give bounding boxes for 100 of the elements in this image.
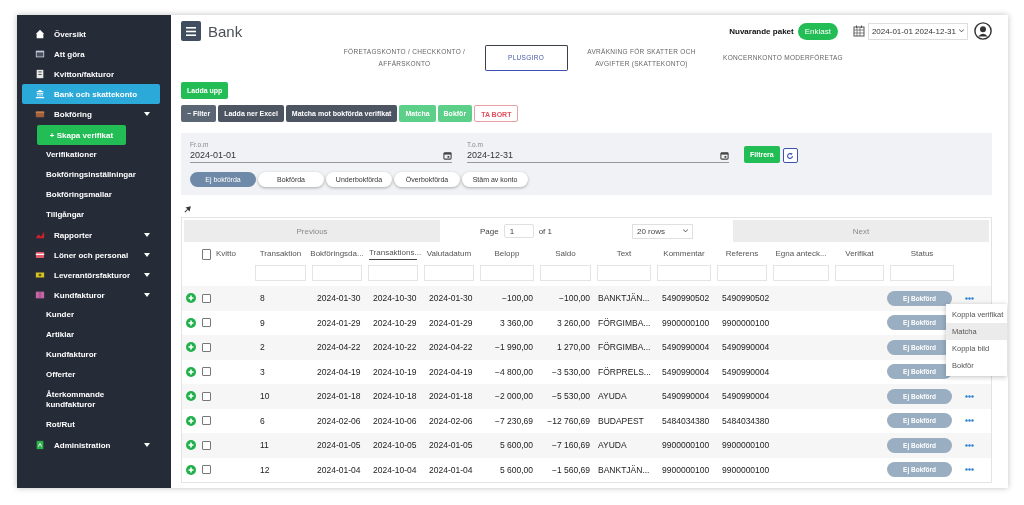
column-header[interactable]: Saldo <box>537 248 594 260</box>
column-header[interactable]: Valutadatum <box>421 248 477 260</box>
row-checkbox[interactable] <box>202 367 211 377</box>
select-all-checkbox[interactable] <box>202 248 211 260</box>
row-checkbox[interactable] <box>202 465 211 475</box>
table-cell-text: 2024-04-19 <box>316 366 362 377</box>
column-filter-input[interactable] <box>657 265 711 281</box>
column-header[interactable]: Verifikat <box>832 248 887 260</box>
sidebar-subitem[interactable]: Återkommande kundfakturor <box>17 385 156 415</box>
sidebar-subitem[interactable]: Bokföringsmallar <box>17 185 156 205</box>
add-icon[interactable] <box>186 464 196 475</box>
menu-item-icon <box>35 270 45 280</box>
row-checkbox[interactable] <box>202 391 211 401</box>
column-header[interactable]: Belopp <box>477 248 537 260</box>
table-cell-text: −7 230,69 <box>493 415 534 426</box>
table-cell-text: 5490990004 <box>661 342 711 353</box>
table-cell-text: −100,00 <box>501 293 534 304</box>
column-filter-input[interactable] <box>424 265 474 281</box>
sidebar-item[interactable]: Bokföring <box>22 104 160 124</box>
table-cell-text: 3 <box>259 366 266 377</box>
sidebar-item[interactable]: Att göra <box>22 44 160 64</box>
sidebar-item[interactable]: Administration <box>22 435 160 455</box>
more-icon[interactable] <box>965 443 974 447</box>
calendar-icon[interactable] <box>720 150 729 160</box>
table-cell-text: −3 530,00 <box>550 366 591 377</box>
sidebar-subitem[interactable]: Offerter <box>17 365 156 385</box>
column-header[interactable]: Transaktion <box>252 248 309 260</box>
table-cell-text: AYUDA <box>597 440 628 451</box>
table-cell-text: 2024-02-06 <box>428 415 474 426</box>
user-avatar-icon[interactable] <box>974 22 992 40</box>
column-header[interactable]: Bokföringsda... <box>309 248 365 260</box>
column-header[interactable]: Referens <box>714 248 770 260</box>
row-checkbox[interactable] <box>202 440 211 450</box>
table-cell-text: 9900000100 <box>721 464 770 475</box>
rows-select[interactable]: 20 rows <box>632 223 693 239</box>
sidebar-item[interactable]: Löner och personal <box>22 245 160 265</box>
add-icon[interactable] <box>186 317 196 328</box>
column-header[interactable]: Kommentar <box>654 248 714 260</box>
sidebar-subitem[interactable]: Artiklar <box>17 325 156 345</box>
column-filter-input[interactable] <box>890 265 954 281</box>
row-checkbox[interactable] <box>202 293 211 303</box>
refresh-button[interactable] <box>782 148 798 163</box>
table-cell-text: 9900000100 <box>661 317 711 328</box>
add-icon[interactable] <box>186 293 196 304</box>
column-filter-input[interactable] <box>540 265 591 281</box>
pin-icon[interactable] <box>184 206 191 213</box>
more-icon[interactable] <box>965 468 974 472</box>
sidebar-subitem[interactable]: Bokföringsinställningar <box>17 165 156 185</box>
more-icon[interactable] <box>965 296 974 300</box>
page-input[interactable]: 1 <box>503 224 534 238</box>
calendar-icon[interactable] <box>443 150 452 160</box>
menu-item-icon <box>35 230 45 240</box>
sidebar-item[interactable]: Översikt <box>22 24 160 44</box>
column-filter-input[interactable] <box>368 265 418 281</box>
column-filter-input[interactable] <box>717 265 767 281</box>
column-header[interactable]: Text <box>594 248 654 260</box>
more-icon[interactable] <box>965 394 974 398</box>
sidebar-subitem[interactable]: Verifikationer <box>17 145 156 165</box>
column-filter-input[interactable] <box>312 265 362 281</box>
sidebar-subitem[interactable]: Rot/Rut <box>17 415 156 435</box>
date-range-select[interactable]: 2024-01-01 2024-12-31 <box>867 22 968 40</box>
column-filter-input[interactable] <box>480 265 534 281</box>
row-checkbox[interactable] <box>202 416 211 426</box>
table-cell-text: 5484034380 <box>721 415 770 426</box>
more-icon[interactable] <box>965 419 974 423</box>
column-filter-input[interactable] <box>773 265 829 281</box>
table-cell-text: 8 <box>259 293 266 304</box>
column-header[interactable]: Kvitto <box>214 248 252 260</box>
add-icon[interactable] <box>186 366 196 377</box>
sidebar-item[interactable]: Kvitton/fakturor <box>22 64 160 84</box>
table-cell-text: 5490990004 <box>721 391 770 402</box>
sidebar-subitem[interactable]: Tillgångar <box>17 205 156 225</box>
table-cell-text: −5 530,00 <box>550 391 591 402</box>
table-cell-text: 2024-04-22 <box>428 342 474 353</box>
sidebar-item[interactable]: Rapporter <box>22 225 160 245</box>
menu-item-icon <box>35 89 45 99</box>
table-cell-text: 1 270,00 <box>555 342 591 353</box>
menu-button[interactable] <box>181 21 201 41</box>
add-icon[interactable] <box>186 342 196 353</box>
row-checkbox[interactable] <box>202 318 211 328</box>
table-cell-text: 2024-10-05 <box>372 440 418 451</box>
sidebar-item[interactable]: Leverantörsfakturor <box>22 265 160 285</box>
table-cell-text: −12 760,69 <box>546 415 591 426</box>
table-cell-text: 9900000100 <box>661 464 711 475</box>
sidebar-subitem[interactable]: Kundfakturor <box>17 345 156 365</box>
add-icon[interactable] <box>186 440 196 451</box>
sidebar-subitem[interactable]: Kunder <box>17 305 156 325</box>
column-filter-input[interactable] <box>597 265 651 281</box>
column-filter-input[interactable] <box>835 265 884 281</box>
column-header[interactable]: Status <box>887 248 957 260</box>
column-filter-input[interactable] <box>255 265 306 281</box>
add-icon[interactable] <box>186 415 196 426</box>
add-icon[interactable] <box>186 391 196 402</box>
table-cell-text: −100,00 <box>558 293 591 304</box>
column-header[interactable]: Egna anteck... <box>770 248 832 260</box>
sidebar-item[interactable]: Kundfakturor <box>22 285 160 305</box>
caret-icon <box>959 29 964 33</box>
row-checkbox[interactable] <box>202 342 211 352</box>
table-cell-text: 11 <box>259 440 270 451</box>
table-cell-text: 9900000100 <box>721 317 770 328</box>
